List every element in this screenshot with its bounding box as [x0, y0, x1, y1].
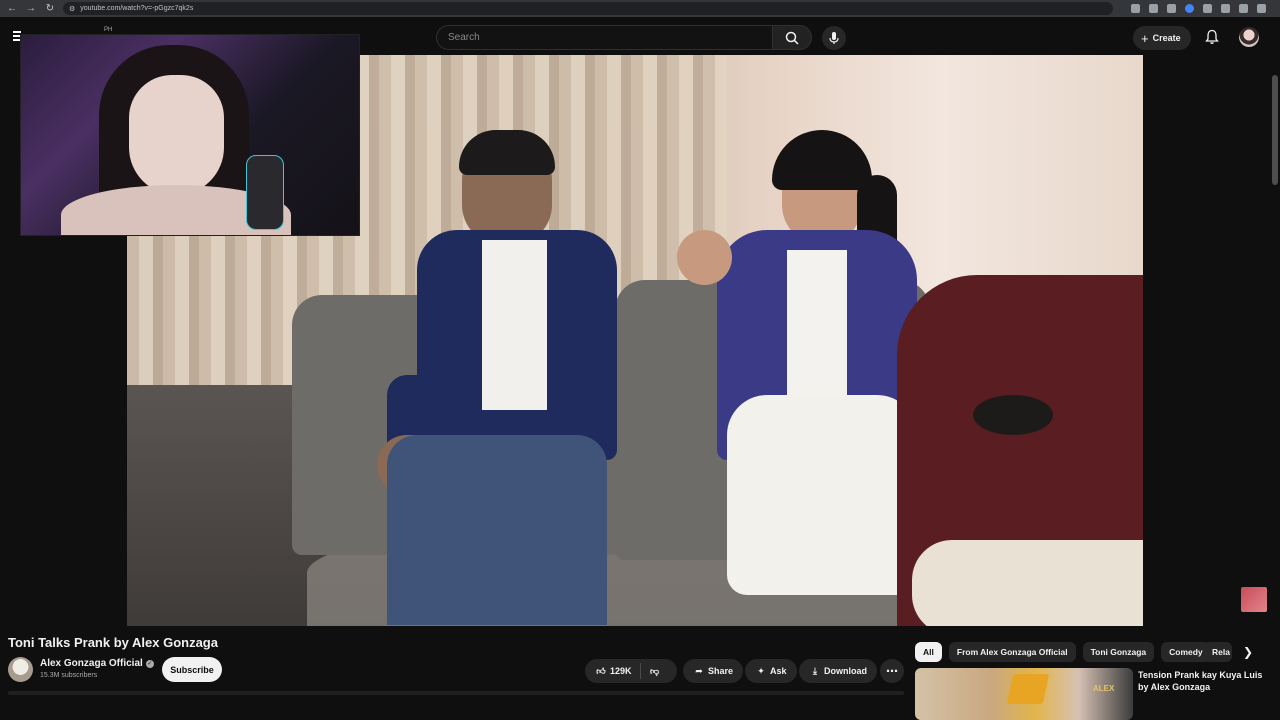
- site-info-icon[interactable]: ⚙: [69, 5, 75, 13]
- filter-chips: All From Alex Gonzaga Official Toni Gonz…: [915, 642, 1211, 662]
- logo-region-label: PH: [104, 27, 113, 33]
- dislike-icon[interactable]: 👎︎: [649, 666, 661, 677]
- share-button[interactable]: ➦ Share: [683, 659, 744, 683]
- subscriber-count: 15.3M subscribers: [40, 672, 98, 679]
- search-box[interactable]: [436, 25, 772, 50]
- notifications-button[interactable]: [1203, 28, 1221, 46]
- download-label: Download: [824, 666, 867, 676]
- browser-toolbar: ← → ↻ ⚙ youtube.com/watch?v=-pGgzc7qk2s: [0, 0, 1280, 17]
- video-scene-microphone: [912, 540, 1143, 626]
- chip-related[interactable]: Rela: [1204, 642, 1232, 662]
- streamer-webcam-overlay: [20, 34, 360, 236]
- puzzle-icon[interactable]: [1203, 4, 1212, 13]
- account-avatar[interactable]: [1239, 27, 1259, 47]
- thumbnail-text: ALEX: [1093, 684, 1115, 693]
- reload-icon[interactable]: ↻: [43, 2, 57, 16]
- more-actions-button[interactable]: ⋯: [880, 659, 904, 683]
- download-icon: ⤓: [813, 665, 817, 676]
- star-icon[interactable]: [1167, 4, 1176, 13]
- like-count[interactable]: 129K: [610, 666, 632, 676]
- chip-toni-gonzaga[interactable]: Toni Gonzaga: [1082, 642, 1155, 662]
- plus-icon: +: [1141, 30, 1149, 46]
- cast-icon[interactable]: [1149, 4, 1158, 13]
- like-dislike-group: 👍︎ 129K 👎︎: [585, 659, 677, 683]
- share-label: Share: [708, 666, 734, 676]
- video-scene-side-table: [973, 395, 1053, 435]
- sparkle-icon: ✦: [757, 665, 765, 676]
- recommended-video-title[interactable]: Tension Prank kay Kuya Luis by Alex Gonz…: [1138, 669, 1268, 693]
- back-icon[interactable]: ←: [5, 2, 19, 16]
- like-icon[interactable]: 👍︎: [595, 666, 607, 677]
- url-text: youtube.com/watch?v=-pGgzc7qk2s: [80, 5, 194, 12]
- chevron-right-icon[interactable]: ❯: [1238, 642, 1258, 662]
- create-label: Create: [1152, 33, 1181, 43]
- verified-icon: ✓: [145, 659, 154, 668]
- channel-avatar[interactable]: [8, 657, 33, 682]
- like-divider: [639, 663, 641, 679]
- share-icon: ➦: [695, 665, 703, 676]
- recommended-video-thumbnail[interactable]: ALEX: [915, 668, 1133, 720]
- recommended-byline: by Alex Gonzaga: [1138, 682, 1211, 692]
- profile-icon[interactable]: [1239, 4, 1248, 13]
- microphone-icon: [829, 32, 839, 44]
- downloads-icon[interactable]: [1221, 4, 1230, 13]
- extension-icon[interactable]: [1185, 4, 1194, 13]
- menu-dots-icon[interactable]: [1257, 4, 1266, 13]
- search-button[interactable]: [772, 25, 812, 50]
- chip-all[interactable]: All: [915, 642, 942, 662]
- description-box-edge: [8, 691, 904, 695]
- channel-name[interactable]: Alex Gonzaga Official ✓: [40, 658, 154, 669]
- ask-button[interactable]: ✦ Ask: [745, 659, 797, 683]
- address-bar[interactable]: ⚙ youtube.com/watch?v=-pGgzc7qk2s: [63, 2, 1113, 15]
- more-dots-icon: ⋯: [886, 664, 898, 678]
- chip-from-channel[interactable]: From Alex Gonzaga Official: [948, 642, 1076, 662]
- video-scene-man: [377, 130, 647, 625]
- page-scrollbar[interactable]: [1272, 55, 1280, 205]
- subscribe-button[interactable]: Subscribe: [162, 657, 222, 682]
- bell-icon: [1205, 29, 1219, 44]
- video-title: Toni Talks Prank by Alex Gonzaga: [8, 635, 218, 650]
- create-button[interactable]: + Create: [1133, 26, 1191, 50]
- chip-related-clipped[interactable]: Rela: [1204, 642, 1232, 662]
- side-thumbnail[interactable]: [1241, 587, 1267, 612]
- search-input[interactable]: [437, 26, 772, 49]
- channel-name-text: Alex Gonzaga Official: [40, 658, 143, 669]
- search-icon: [785, 31, 799, 45]
- thumbnail-graphic: [1006, 674, 1050, 704]
- forward-icon[interactable]: →: [24, 2, 38, 16]
- download-button[interactable]: ⤓ Download: [799, 659, 877, 683]
- recommended-title-text: Tension Prank kay Kuya Luis: [1138, 670, 1263, 680]
- zoom-icon[interactable]: [1131, 4, 1140, 13]
- voice-search-button[interactable]: [822, 26, 846, 50]
- ask-label: Ask: [770, 666, 787, 676]
